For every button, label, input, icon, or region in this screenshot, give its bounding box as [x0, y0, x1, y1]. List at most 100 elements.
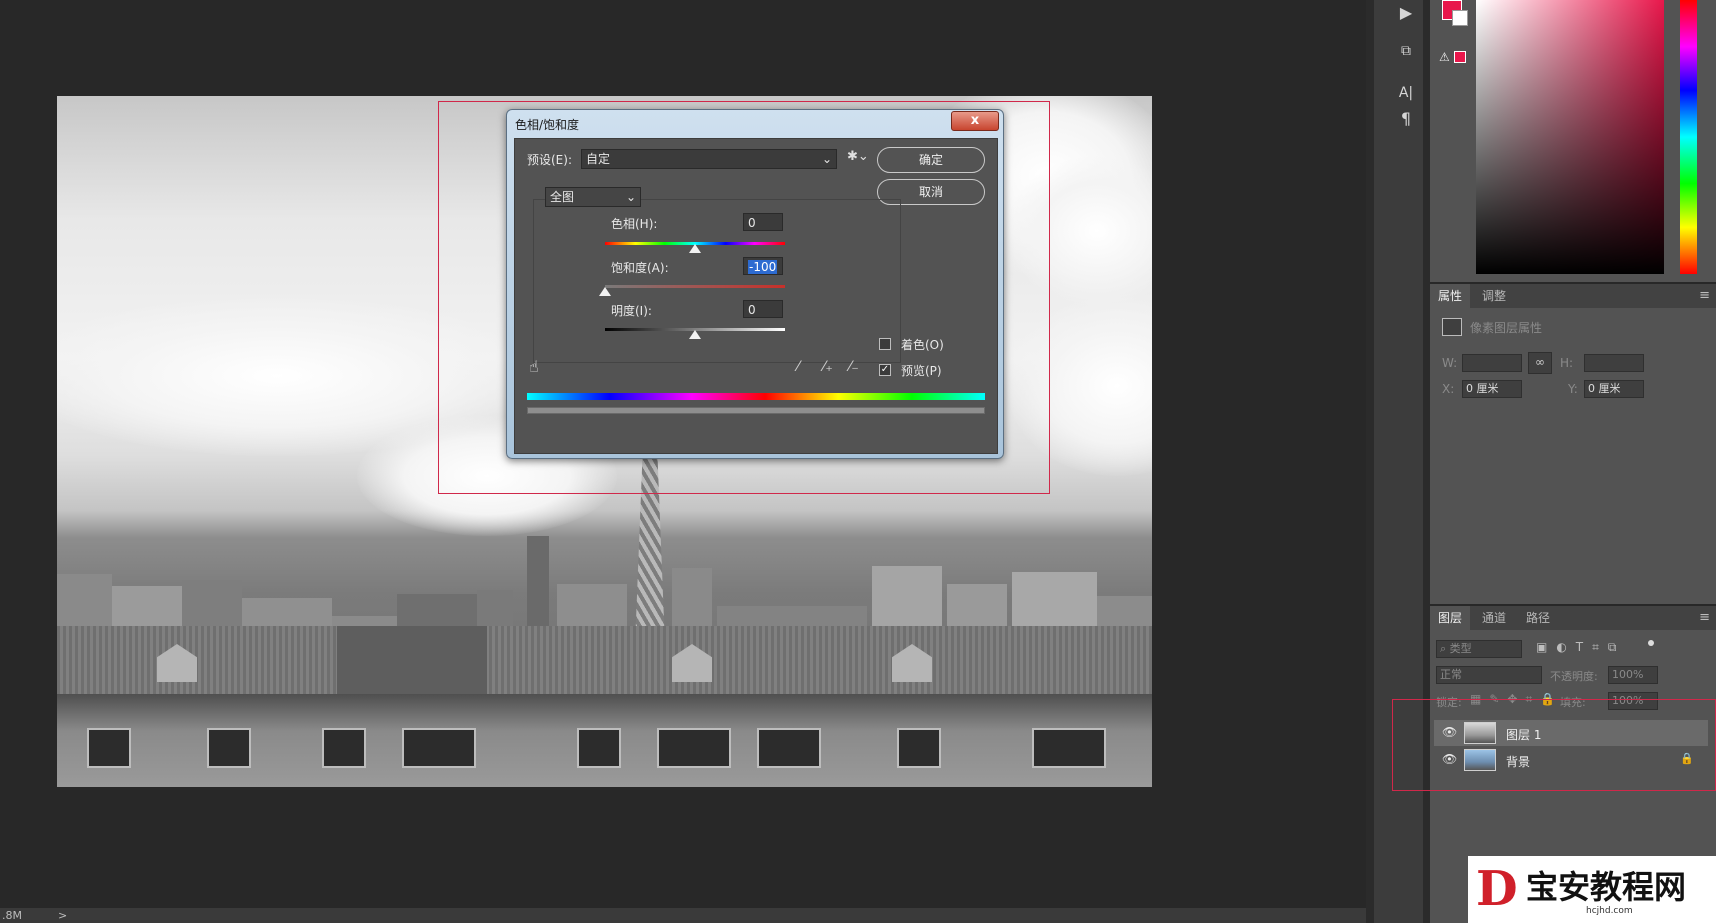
fill-input[interactable]: 100% — [1608, 692, 1658, 710]
lightness-label: 明度(I): — [611, 304, 652, 318]
window — [402, 728, 476, 768]
x-label: X: — [1442, 382, 1455, 396]
layer-filter-select[interactable]: ⌕ 类型 — [1436, 640, 1522, 658]
target-adjust-hand-icon[interactable]: ☝ — [529, 357, 539, 376]
input-color-bar — [527, 393, 985, 400]
panel-divider — [1366, 0, 1374, 923]
eye-icon[interactable]: 👁 — [1442, 752, 1457, 766]
link-icon[interactable]: ∞ — [1528, 352, 1552, 374]
window — [757, 728, 821, 768]
h-label: H: — [1560, 356, 1574, 370]
chevron-down-icon: ⌄ — [625, 190, 636, 204]
watermark-text: 宝安教程网 — [1526, 868, 1687, 906]
hue-label: 色相(H): — [611, 217, 658, 231]
y-input[interactable]: 0 厘米 — [1584, 380, 1644, 398]
layer-name: 背景 — [1506, 755, 1531, 769]
eyedropper-minus-icon[interactable]: ⁄₋ — [849, 359, 859, 375]
chevron-down-icon: ⌄ — [821, 152, 832, 166]
colorize-checkbox[interactable] — [879, 338, 891, 350]
eyedropper-icon[interactable]: ⁄ — [797, 359, 799, 375]
lightness-input[interactable]: 0 — [743, 300, 783, 318]
play-icon[interactable]: ▶ — [1391, 0, 1421, 26]
saturation-slider-thumb[interactable] — [599, 287, 611, 296]
preset-label: 预设(E): — [527, 153, 572, 167]
filter-toggle-icon[interactable] — [1648, 640, 1654, 646]
layer-filter-icons[interactable]: ▣◐T⌗⧉ — [1536, 640, 1625, 655]
status-menu-arrow[interactable]: > — [58, 908, 67, 923]
lock-icons[interactable]: ▦✎✥⌗🔒 — [1470, 692, 1563, 707]
dialog-title: 色相/饱和度 — [515, 118, 580, 132]
panel-menu-icon[interactable]: ≡ — [1699, 610, 1710, 625]
layers-tabbar: 图层 通道 路径 ≡ — [1430, 606, 1716, 630]
watermark-logo: D 宝安教程网 hcjhd.com — [1468, 856, 1716, 923]
tab-layers[interactable]: 图层 — [1430, 606, 1471, 630]
blend-mode-select[interactable]: 正常 — [1436, 666, 1542, 684]
tab-channels[interactable]: 通道 — [1474, 606, 1514, 630]
window — [657, 728, 731, 768]
document-size: .8M — [2, 909, 22, 922]
lock-label: 锁定: — [1436, 696, 1462, 709]
saturation-slider-track[interactable] — [605, 285, 785, 288]
layer-thumbnail — [1464, 722, 1496, 744]
hue-spectrum-bar[interactable] — [1680, 0, 1697, 274]
panel-menu-icon[interactable]: ≡ — [1699, 288, 1710, 303]
hue-input[interactable]: 0 — [743, 213, 783, 231]
properties-panel: 属性 调整 ≡ 像素图层属性 W: ∞ H: X: 0 厘米 Y: 0 厘米 — [1430, 284, 1716, 604]
window — [897, 728, 941, 768]
eyedropper-plus-icon[interactable]: ⁄₊ — [823, 359, 833, 375]
lightness-slider-thumb[interactable] — [689, 330, 701, 339]
rooftop-structure — [337, 626, 487, 696]
saturation-label: 饱和度(A): — [611, 261, 669, 275]
window — [1032, 728, 1106, 768]
hue-saturation-dialog: 色相/饱和度 x 预设(E): 自定 ⌄ ✱⌄ 确定 取消 全图 ⌄ 色相(H)… — [506, 109, 1004, 459]
dialog-body: 预设(E): 自定 ⌄ ✱⌄ 确定 取消 全图 ⌄ 色相(H): 0 饱和度(A… — [514, 138, 998, 454]
layer-row-layer-1[interactable]: 👁 图层 1 — [1434, 720, 1708, 746]
tab-paths[interactable]: 路径 — [1518, 606, 1558, 630]
properties-tabbar: 属性 调整 ≡ — [1430, 284, 1716, 308]
clone-source-icon[interactable]: ⧉ — [1391, 38, 1421, 64]
fill-label: 填充: — [1560, 696, 1586, 709]
window — [207, 728, 251, 768]
color-picker-field[interactable] — [1476, 0, 1664, 274]
preview-label: 预览(P) — [901, 364, 942, 378]
saturation-input[interactable]: -100 — [743, 257, 783, 275]
filter-kind: 类型 — [1449, 642, 1472, 655]
layer-thumbnail — [1464, 749, 1496, 771]
tab-adjustments[interactable]: 调整 — [1474, 284, 1514, 308]
x-input[interactable]: 0 厘米 — [1462, 380, 1522, 398]
opacity-label: 不透明度: — [1550, 670, 1598, 683]
preset-select[interactable]: 自定 ⌄ — [581, 149, 837, 169]
warning-icon: ⚠ — [1439, 50, 1450, 64]
background-color-swatch[interactable] — [1452, 10, 1468, 26]
character-panel-icon[interactable]: A| — [1391, 80, 1421, 106]
gear-icon[interactable]: ✱⌄ — [847, 149, 869, 164]
status-bar: .8M > — [0, 908, 1366, 923]
layer-name: 图层 1 — [1506, 728, 1542, 742]
preview-checkbox[interactable]: ✓ — [879, 364, 891, 376]
hue-slider-thumb[interactable] — [689, 244, 701, 253]
watermark-url: hcjhd.com — [1586, 906, 1633, 916]
close-button[interactable]: x — [951, 111, 999, 131]
saturation-value: -100 — [748, 260, 778, 274]
opacity-input[interactable]: 100% — [1608, 666, 1658, 684]
eye-icon[interactable]: 👁 — [1442, 725, 1457, 739]
layer-row-background[interactable]: 👁 背景 🔒 — [1434, 747, 1708, 773]
roof — [57, 626, 1152, 696]
height-input[interactable] — [1584, 354, 1644, 372]
channel-select[interactable]: 全图 ⌄ — [545, 187, 641, 207]
adjustment-group — [533, 199, 901, 363]
ok-button[interactable]: 确定 — [877, 147, 985, 173]
tab-properties[interactable]: 属性 — [1430, 284, 1471, 308]
search-icon: ⌕ — [1440, 642, 1450, 655]
pixel-layer-icon — [1442, 318, 1462, 336]
channel-value: 全图 — [550, 190, 575, 204]
panel-divider — [1423, 0, 1430, 923]
lock-icon: 🔒 — [1680, 752, 1694, 765]
gamut-warning-swatch[interactable] — [1454, 51, 1466, 63]
width-input[interactable] — [1462, 354, 1522, 372]
preset-value: 自定 — [586, 152, 611, 166]
collapsed-panel-strip — [1374, 0, 1423, 923]
paragraph-icon[interactable]: ¶ — [1391, 106, 1421, 132]
colorize-label: 着色(O) — [901, 338, 944, 352]
window — [87, 728, 131, 768]
